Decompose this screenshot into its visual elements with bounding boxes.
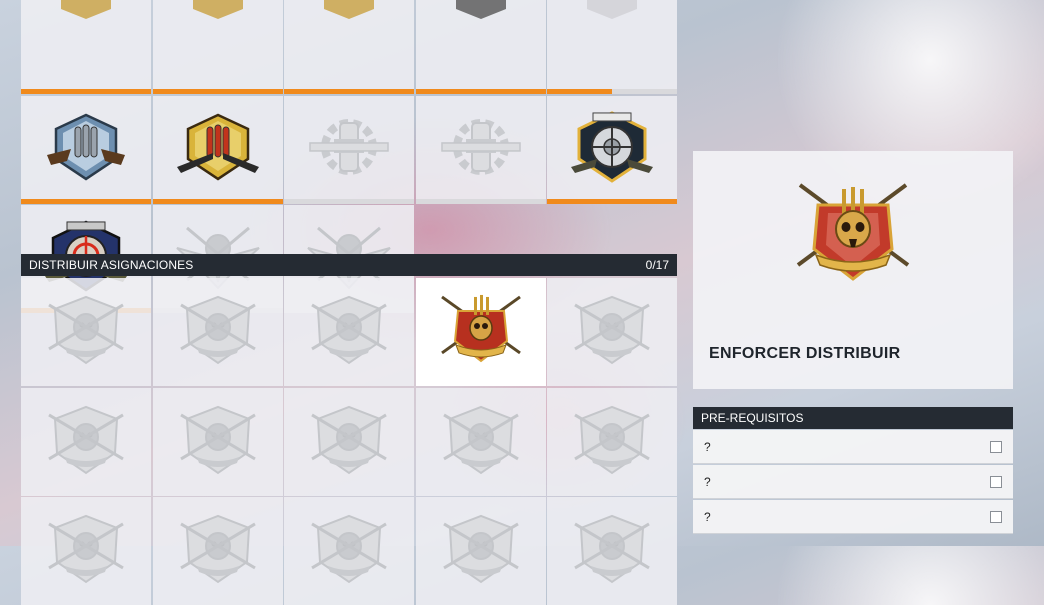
distribuir-count: 0/17 [645,258,669,272]
badge-progress-bar [284,198,414,204]
badge-tile[interactable] [21,95,151,204]
locked-badge-icon [311,405,387,474]
badge-tile[interactable] [547,0,677,94]
prerequisite-checkbox[interactable] [990,476,1002,488]
locked-badge-icon [311,295,387,365]
prerequisite-row: ? [693,500,1013,534]
badge-tile[interactable] [547,278,677,386]
badge-tile[interactable] [415,0,546,94]
badge-tile[interactable] [284,387,414,496]
badge-progress-bar [415,89,546,94]
enforcer-badge-large-icon [796,183,910,281]
badge-tile[interactable] [547,95,677,204]
locked-badge-icon [311,514,387,584]
badge-progress-fill [547,198,677,204]
distribuir-header: DISTRIBUIR ASIGNACIONES 0/17 [21,254,677,276]
prerequisite-row: ? [693,430,1013,464]
prerequisites-title: PRE-REQUISITOS [701,411,804,425]
prerequisite-label: ? [704,510,711,524]
distribuir-title: DISTRIBUIR ASIGNACIONES [29,258,194,272]
badge-tile[interactable] [21,278,151,386]
prerequisite-row: ? [693,465,1013,499]
locked-badge-icon [442,405,519,474]
badge-progress-fill [152,198,283,204]
locked-badge-icon [179,514,256,584]
badge-tile[interactable] [284,497,414,605]
badge-progress-bar [547,89,677,94]
badge-progress-bar [284,89,414,94]
badge-progress-fill [547,89,612,94]
badge-tile[interactable] [547,497,677,605]
badge-progress-bar [21,89,151,94]
badge-progress-bar [152,198,283,204]
badge-tile[interactable] [415,497,546,605]
badge-tile[interactable] [284,278,414,386]
badge-progress-bar [152,89,283,94]
badge-tile-selected[interactable] [415,278,546,386]
locked-badge-icon [574,514,650,584]
badge-progress-bar [547,198,677,204]
locked-badge-icon [442,514,519,584]
badge-tile[interactable] [152,387,283,496]
badge-tile[interactable] [152,0,283,94]
badge-progress-fill [21,198,151,204]
badge-tile[interactable] [415,387,546,496]
badge-detail-panel: ENFORCER DISTRIBUIR [693,151,1013,389]
locked-badge-icon [179,295,256,365]
badge-progress-fill [21,89,151,94]
badge-progress-fill [284,89,414,94]
badge-tile[interactable] [152,95,283,204]
prerequisite-label: ? [704,475,711,489]
locked-badge-icon [179,405,256,474]
badge-tile[interactable] [21,497,151,605]
locked-badge-icon [48,514,124,584]
badge-tile[interactable] [284,95,414,204]
locked-badge-icon [48,295,124,365]
badge-progress-fill [415,89,546,94]
prerequisite-label: ? [704,440,711,454]
prerequisites-header: PRE-REQUISITOS [693,407,1013,429]
badge-tile[interactable] [284,0,414,94]
badge-tile[interactable] [415,95,546,204]
badge-progress-bar [21,198,151,204]
badge-name: ENFORCER DISTRIBUIR [709,345,901,362]
prerequisite-checkbox[interactable] [990,511,1002,523]
badge-tile[interactable] [547,387,677,496]
badge-progress-bar [415,198,546,204]
badge-tile[interactable] [21,387,151,496]
locked-badge-icon [48,405,124,474]
badge-tile[interactable] [152,497,283,605]
badge-tile[interactable] [21,0,151,94]
locked-badge-icon [574,405,650,474]
locked-badge-icon [574,295,650,365]
enforcer-badge-icon [440,294,521,363]
badge-progress-fill [152,89,283,94]
badge-tile[interactable] [152,278,283,386]
prerequisite-checkbox[interactable] [990,441,1002,453]
